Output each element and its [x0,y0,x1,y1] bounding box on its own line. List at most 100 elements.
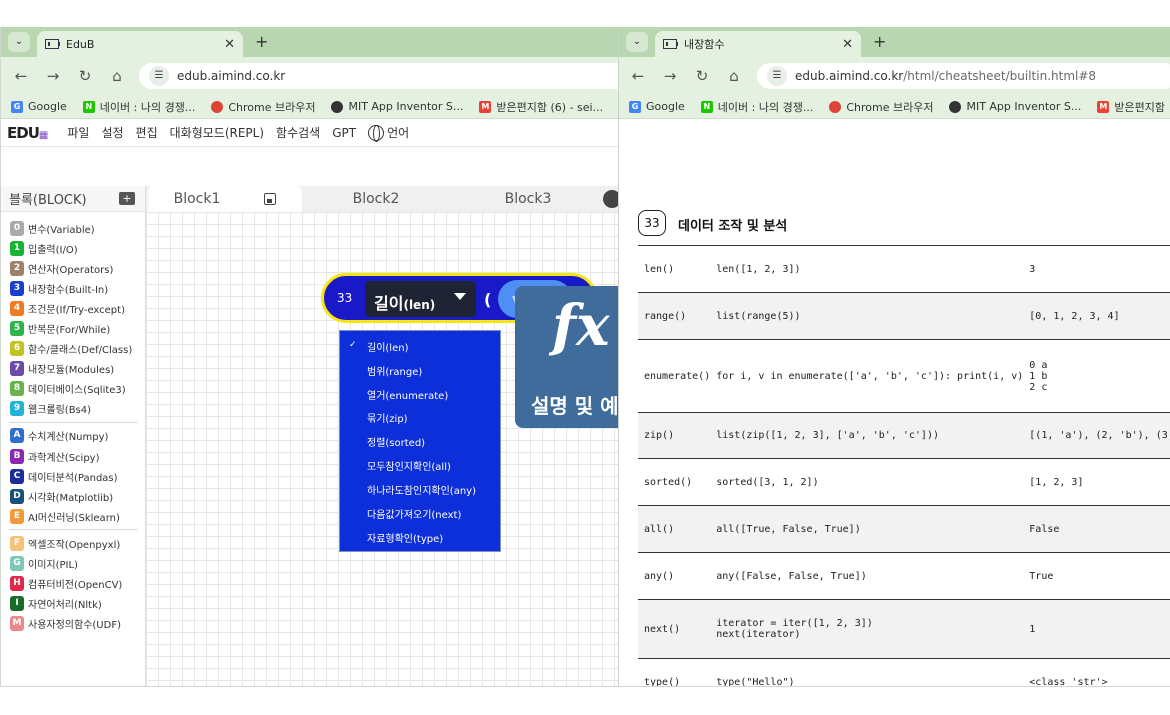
page-favicon-icon [663,39,678,49]
new-tab-button[interactable]: + [873,32,886,51]
function-option-item[interactable]: 범위(range) [367,363,422,378]
category-label: 웹크롤링(Bs4) [28,405,92,417]
category-badge: 6 [10,341,24,357]
menu-function-search[interactable]: 함수검색 [276,124,320,141]
sidebar-category-item[interactable]: M 사용자정의함수(UDF) [1,614,145,634]
url-host: edub.aimind.co.kr [795,69,904,83]
sidebar-category-item[interactable]: 1 입출력(I/O) [1,238,145,258]
back-arrow-icon[interactable]: ← [12,67,30,85]
category-divider [9,529,137,531]
category-label: 컴퓨터비전(OpenCV) [28,580,123,592]
function-option-item[interactable]: 다음값가져오기(next) [367,506,461,521]
tab-close-icon[interactable]: ✕ [842,37,853,52]
function-name-cell: sorted() [638,458,711,506]
tab-search-button[interactable]: ⌄ [626,32,648,52]
menu-gpt[interactable]: GPT [332,126,356,140]
sidebar-category-item[interactable]: D 시각화(Matplotlib) [1,486,145,506]
bookmark-mit-app-inventor[interactable]: MIT App Inventor S... [331,100,463,113]
menu-settings[interactable]: 설정 [101,124,123,141]
sidebar-category-item[interactable]: 4 조건문(If/Try-except) [1,298,145,318]
address-bar[interactable]: ☰ edub.aimind.co.kr [139,63,618,89]
category-divider [9,421,137,423]
category-badge: 0 [10,220,24,236]
table-row: sorted() sorted([3, 1, 2]) [1, 2, 3] [638,458,1170,506]
save-icon[interactable] [264,193,277,205]
address-bar[interactable]: ☰ edub.aimind.co.kr/html/cheatsheet/buil… [757,63,1170,89]
tab-search-button[interactable]: ⌄ [8,32,30,52]
reload-icon[interactable]: ↻ [693,67,711,85]
category-label: 자연어처리(Nltk) [28,600,102,612]
bookmark-chrome[interactable]: Chrome 브라우저 [829,99,933,115]
menu-edit[interactable]: 편집 [136,124,158,141]
sidebar-category-item[interactable]: I 자연어처리(Nltk) [1,594,145,614]
bookmark-chrome[interactable]: Chrome 브라우저 [211,99,315,115]
function-option-item[interactable]: 열거(enumerate) [367,387,448,402]
page-favicon-icon [45,39,60,49]
bookmark-gmail[interactable]: M 받은편지함 [1097,99,1165,115]
sidebar-category-item[interactable]: C 데이터분석(Pandas) [1,466,145,486]
category-label: 함수/클래스(Def/Class) [28,345,133,357]
sidebar-category-item[interactable]: A 수치계산(Numpy) [1,426,145,446]
url-text: edub.aimind.co.kr [177,69,286,83]
function-option-item[interactable]: 자료형확인(type) [367,530,443,545]
back-arrow-icon[interactable]: ← [629,67,647,85]
bookmark-naver[interactable]: N 네이버 : 나의 경쟁... [82,99,195,115]
forward-arrow-icon[interactable]: → [661,67,679,85]
reload-icon[interactable]: ↻ [76,67,94,85]
table-row: all() all([True, False, True]) False [638,505,1170,553]
category-label: 변수(Variable) [28,224,95,236]
site-info-icon[interactable]: ☰ [149,66,169,86]
bookmark-google[interactable]: G Google [11,100,67,113]
bookmark-mit-app-inventor[interactable]: MIT App Inventor S... [949,100,1081,113]
sidebar-category-item[interactable]: F 엑셀조작(Openpyxl) [1,533,145,553]
function-option-item[interactable]: 묶기(zip) [367,410,408,425]
sidebar-category-item[interactable]: H 컴퓨터비전(OpenCV) [1,574,145,594]
run-icon[interactable] [603,190,618,208]
sidebar-category-item[interactable]: 0 변수(Variable) [1,218,145,238]
menu-language[interactable]: 언어 [368,124,409,143]
new-tab-button[interactable]: + [255,32,268,51]
sidebar-category-item[interactable]: 6 함수/클래스(Def/Class) [1,339,145,359]
home-icon[interactable]: ⌂ [725,67,743,85]
home-icon[interactable]: ⌂ [108,67,126,85]
menu-file[interactable]: 파일 [67,124,89,141]
forward-arrow-icon[interactable]: → [44,67,62,85]
builtin-function-table: len() len([1, 2, 3]) 3 range() list(range(5)… [638,245,1170,686]
sidebar-category-item[interactable]: E AI머신러닝(Sklearn) [1,506,145,526]
function-option-item[interactable]: 하나라도참인지확인(any) [367,482,476,497]
sidebar-category-item[interactable]: 5 반복문(For/While) [1,318,145,338]
category-label: 이미지(PIL) [28,560,78,572]
category-label: 시각화(Matplotlib) [28,492,114,504]
sidebar-category-item[interactable]: 7 내장모듈(Modules) [1,359,145,379]
category-label: 반복문(For/While) [28,325,111,337]
result-cell: [0, 1, 2, 3, 4] [1023,292,1170,340]
sidebar-category-item[interactable]: 3 내장함수(Built-In) [1,278,145,298]
function-option-item[interactable]: 정렬(sorted) [367,434,425,449]
tab-close-icon[interactable]: ✕ [224,37,235,52]
sidebar-category-item[interactable]: G 이미지(PIL) [1,554,145,574]
globe-icon [368,125,385,143]
bookmarks-bar: G Google N 네이버 : 나의 경쟁... Chrome 브라우저 MI… [1,95,618,119]
bookmark-google[interactable]: G Google [629,100,685,113]
bookmark-gmail[interactable]: M 받은편지함 (6) - sei... [479,99,603,115]
tab-block1[interactable]: Block1 [148,186,302,212]
sidebar-category-item[interactable]: B 과학계산(Scipy) [1,446,145,466]
bookmark-naver[interactable]: N 네이버 : 나의 경쟁... [700,99,813,115]
add-block-icon[interactable]: + [119,192,135,205]
edub-logo: EDU▦ [7,123,48,142]
site-info-icon[interactable]: ☰ [767,66,787,86]
function-option-item[interactable]: 길이(len) [367,339,408,354]
menu-repl[interactable]: 대화형모드(REPL) [170,124,264,141]
function-option-item[interactable]: 모두참인지확인(all) [367,458,451,473]
workspace-area: 블록(BLOCK) + 0 변수(Variable) 1 입출력(I/O) 2 연산자(O… [1,186,618,686]
sidebar-category-item[interactable]: 8 데이터베이스(Sqlite3) [1,379,145,399]
tab-block3[interactable]: Block3 [468,186,588,212]
browser-tab-builtins[interactable]: 내장함수 ✕ [655,31,861,57]
sidebar-category-item[interactable]: 9 웹크롤링(Bs4) [1,399,145,419]
google-icon: G [629,100,641,113]
category-list: 0 변수(Variable) 1 입출력(I/O) 2 연산자(Operators) 3 내장… [1,212,145,634]
sidebar-category-item[interactable]: 2 연산자(Operators) [1,258,145,278]
address-toolbar: ← → ↻ ⌂ ☰ edub.aimind.co.kr/html/cheatsh… [619,57,1170,95]
browser-tab-edub[interactable]: EduB ✕ [37,31,243,57]
tab-block2[interactable]: Block2 [316,186,436,212]
